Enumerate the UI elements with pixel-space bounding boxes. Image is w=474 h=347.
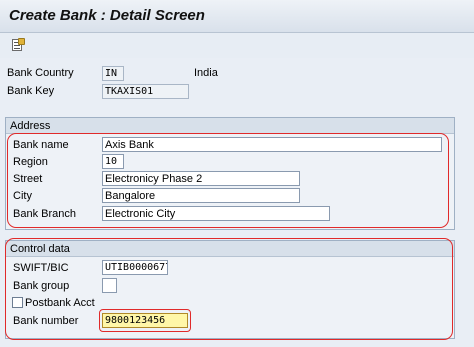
region-label: Region	[13, 156, 48, 168]
street-label: Street	[13, 173, 43, 185]
swift-bic-field[interactable]: UTIB0000677	[102, 260, 168, 275]
bank-group-label: Bank group	[13, 280, 70, 292]
bank-branch-field[interactable]: Electronic City	[102, 206, 330, 221]
postbank-acct-checkbox[interactable]	[12, 297, 23, 308]
bank-country-description: India	[194, 67, 218, 79]
bank-country-field[interactable]: IN	[102, 66, 124, 81]
title-bar: Create Bank : Detail Screen	[0, 0, 474, 33]
address-group-title: Address	[6, 118, 454, 134]
bank-key-label: Bank Key	[7, 85, 55, 97]
swift-bic-label: SWIFT/BIC	[13, 262, 69, 274]
screen-title: Create Bank : Detail Screen	[9, 7, 205, 24]
city-field[interactable]: Bangalore	[102, 188, 300, 203]
bank-country-label: Bank Country	[7, 67, 74, 79]
bank-name-field[interactable]: Axis Bank	[102, 137, 442, 152]
bank-key-field[interactable]: TKAXIS01	[102, 84, 189, 99]
city-label: City	[13, 190, 32, 202]
document-icon[interactable]	[9, 37, 25, 52]
bank-number-field[interactable]: 9800123456	[102, 313, 188, 328]
bank-name-label: Bank name	[13, 139, 69, 151]
bank-branch-label: Bank Branch	[13, 208, 76, 220]
bank-number-label: Bank number	[13, 315, 79, 327]
application-toolbar	[0, 33, 474, 58]
region-field[interactable]: 10	[102, 154, 124, 169]
street-field[interactable]: Electronicy Phase 2	[102, 171, 300, 186]
postbank-acct-label: Postbank Acct	[25, 297, 95, 309]
bank-group-field[interactable]	[102, 278, 117, 293]
